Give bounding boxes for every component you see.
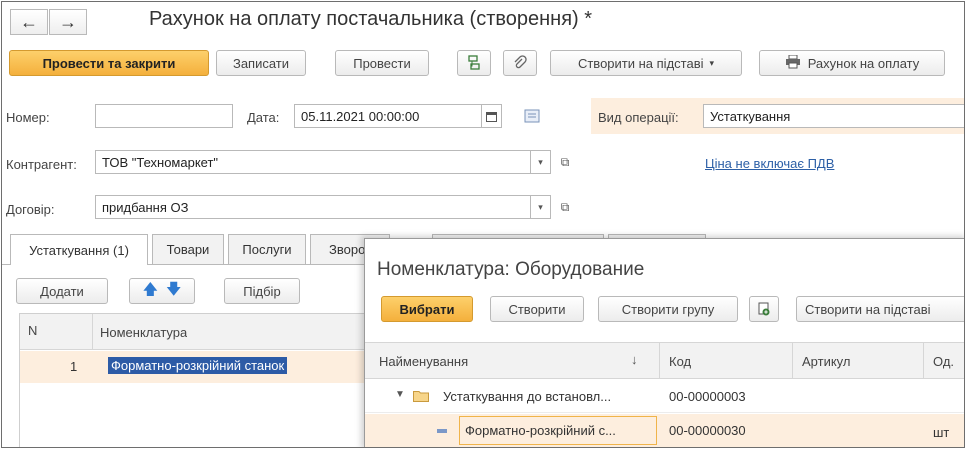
printer-icon bbox=[785, 54, 801, 72]
forward-button[interactable]: → bbox=[49, 9, 87, 35]
item-row[interactable]: Форматно-розкрійний с... 00-00000030 шт bbox=[365, 414, 964, 447]
column-name[interactable]: Найменування bbox=[379, 354, 468, 369]
chevron-down-icon: ▾ bbox=[709, 57, 715, 68]
counterparty-field[interactable]: ТОВ "Техномаркет" bbox=[95, 150, 531, 174]
column-divider bbox=[792, 343, 793, 379]
post-button[interactable]: Провести bbox=[335, 50, 429, 76]
item-code: 00-00000030 bbox=[669, 423, 746, 438]
operation-label: Вид операції: bbox=[598, 110, 679, 125]
back-button[interactable]: ← bbox=[10, 9, 48, 35]
arrow-up-icon[interactable]: 🡅 bbox=[143, 279, 158, 304]
document-list-icon[interactable] bbox=[524, 109, 540, 126]
expand-triangle-icon[interactable]: ▼ bbox=[395, 389, 405, 400]
row-number: 1 bbox=[70, 359, 78, 374]
arrow-down-icon[interactable]: 🡇 bbox=[166, 279, 181, 304]
popup-grid-header: Найменування ↓ Код Артикул Од. bbox=[365, 343, 964, 379]
vat-link[interactable]: Ціна не включає ПДВ bbox=[705, 156, 834, 171]
save-button[interactable]: Записати bbox=[216, 50, 306, 76]
create-on-basis-label: Створити на підставі bbox=[577, 55, 704, 71]
open-icon: ⧉ bbox=[560, 199, 570, 214]
create-on-basis-button[interactable]: Створити на підставі ▾ bbox=[550, 50, 742, 76]
column-n[interactable]: N bbox=[28, 323, 37, 338]
chevron-down-icon: ▾ bbox=[538, 201, 543, 212]
print-invoice-button[interactable]: Рахунок на оплату bbox=[759, 50, 945, 76]
items-table: N Номенклатура 1 Форматно-розкрійний ста… bbox=[19, 313, 370, 447]
counterparty-open-button[interactable]: ⧉ bbox=[555, 150, 575, 174]
column-article[interactable]: Артикул bbox=[802, 354, 850, 369]
popup-create-on-basis-button[interactable]: Створити на підставі bbox=[796, 296, 964, 322]
column-divider bbox=[92, 314, 93, 350]
copy-icon bbox=[758, 302, 769, 315]
operation-field[interactable]: Устаткування bbox=[703, 104, 964, 128]
group-name: Устаткування до встановл... bbox=[443, 389, 612, 404]
nomenclature-popup: Номенклатура: Оборудование Вибрати Створ… bbox=[364, 238, 964, 447]
post-and-close-button[interactable]: Провести та закрити bbox=[9, 50, 209, 76]
date-field[interactable]: 05.11.2021 00:00:00 bbox=[294, 104, 482, 128]
table-header: N Номенклатура bbox=[20, 314, 370, 350]
number-label: Номер: bbox=[6, 110, 50, 125]
tab-goods[interactable]: Товари bbox=[152, 234, 224, 264]
group-code: 00-00000003 bbox=[669, 389, 746, 404]
folder-icon bbox=[413, 389, 429, 405]
structure-button[interactable] bbox=[457, 50, 491, 76]
column-divider bbox=[659, 343, 660, 379]
counterparty-label: Контрагент: bbox=[6, 157, 77, 172]
calendar-icon bbox=[486, 111, 497, 122]
date-label: Дата: bbox=[247, 110, 280, 125]
window-title: Рахунок на оплату постачальника (створен… bbox=[149, 8, 593, 30]
column-unit[interactable]: Од. bbox=[933, 354, 954, 369]
chevron-down-icon: ▾ bbox=[538, 156, 543, 167]
popup-title: Номенклатура: Оборудование bbox=[377, 259, 645, 280]
table-row[interactable]: 1 Форматно-розкрійний станок bbox=[20, 351, 370, 383]
contract-label: Договір: bbox=[6, 202, 55, 217]
item-name-cell[interactable]: Форматно-розкрійний с... bbox=[459, 416, 657, 445]
calendar-button[interactable] bbox=[482, 104, 502, 128]
tab-equipment[interactable]: Устаткування (1) bbox=[10, 234, 148, 265]
move-buttons[interactable]: 🡅 🡇 bbox=[129, 278, 195, 304]
item-name: Форматно-розкрійний с... bbox=[465, 423, 616, 438]
arrow-left-icon: ← bbox=[20, 11, 38, 32]
number-field[interactable] bbox=[95, 104, 233, 128]
arrow-right-icon: → bbox=[59, 11, 77, 32]
structure-icon bbox=[468, 55, 480, 70]
item-marker-icon bbox=[437, 429, 447, 433]
item-unit: шт bbox=[933, 425, 950, 440]
column-code[interactable]: Код bbox=[669, 354, 691, 369]
popup-create-button[interactable]: Створити bbox=[490, 296, 584, 322]
group-row[interactable]: ▼ Устаткування до встановл... 00-0000000… bbox=[365, 380, 964, 413]
create-group-button[interactable]: Створити групу bbox=[598, 296, 738, 322]
tab-services[interactable]: Послуги bbox=[228, 234, 306, 264]
sort-arrow-icon[interactable]: ↓ bbox=[631, 352, 638, 367]
add-row-button[interactable]: Додати bbox=[16, 278, 108, 304]
column-divider bbox=[923, 343, 924, 379]
copy-button[interactable] bbox=[749, 296, 779, 322]
attach-button[interactable] bbox=[503, 50, 537, 76]
contract-field[interactable]: придбання ОЗ bbox=[95, 195, 531, 219]
select-button[interactable]: Вибрати bbox=[381, 296, 473, 322]
counterparty-dropdown[interactable]: ▾ bbox=[531, 150, 551, 174]
print-invoice-label: Рахунок на оплату bbox=[807, 55, 920, 71]
open-icon: ⧉ bbox=[560, 154, 570, 169]
column-item[interactable]: Номенклатура bbox=[100, 325, 187, 340]
pick-button[interactable]: Підбір bbox=[224, 278, 300, 304]
contract-open-button[interactable]: ⧉ bbox=[555, 195, 575, 219]
document-window: ← → Рахунок на оплату постачальника (ств… bbox=[1, 1, 965, 448]
row-item[interactable]: Форматно-розкрійний станок bbox=[108, 357, 288, 374]
contract-dropdown[interactable]: ▾ bbox=[531, 195, 551, 219]
paperclip-icon bbox=[514, 55, 527, 69]
